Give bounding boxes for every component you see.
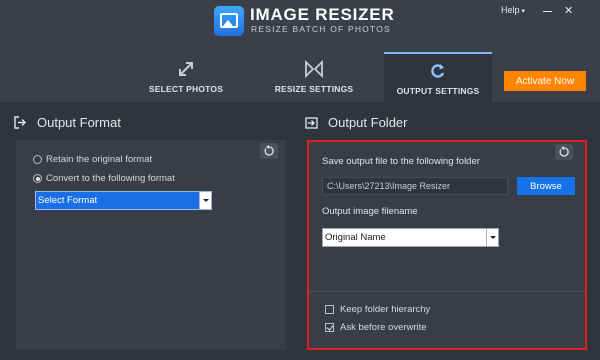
ask-overwrite-option[interactable]: Ask before overwrite: [325, 322, 427, 333]
convert-format-option[interactable]: Convert to the following format: [33, 173, 175, 184]
folder-icon: [305, 116, 318, 134]
export-icon: [14, 116, 27, 134]
image-resizer-logo-icon: [214, 6, 244, 36]
help-menu[interactable]: Help ▾: [501, 5, 525, 15]
close-button[interactable]: ✕: [564, 4, 573, 17]
keep-hierarchy-label: Keep folder hierarchy: [340, 304, 431, 315]
output-format-panel: Retain the original format Convert to th…: [16, 140, 286, 350]
output-folder-panel: Save output file to the following folder…: [307, 140, 587, 350]
browse-button[interactable]: Browse: [517, 177, 575, 195]
convert-format-label: Convert to the following format: [46, 173, 175, 184]
resize-arrows-icon: [304, 59, 324, 83]
radio-button[interactable]: [33, 174, 42, 183]
filename-label: Output image filename: [322, 206, 418, 217]
checkbox[interactable]: [325, 323, 334, 332]
activate-now-button[interactable]: Activate Now: [504, 71, 586, 91]
save-folder-label: Save output file to the following folder: [322, 156, 480, 167]
ask-overwrite-label: Ask before overwrite: [340, 322, 427, 333]
app-subtitle: RESIZE BATCH OF PHOTOS: [251, 24, 391, 34]
refresh-icon: [429, 62, 447, 85]
chevron-down-icon[interactable]: [486, 229, 498, 246]
tab-label: OUTPUT SETTINGS: [396, 86, 480, 96]
retain-format-label: Retain the original format: [46, 154, 153, 165]
retain-format-option[interactable]: Retain the original format: [33, 154, 152, 165]
output-path-input[interactable]: [322, 177, 508, 195]
app-header: IMAGE RESIZER RESIZE BATCH OF PHOTOS Hel…: [0, 0, 600, 102]
reset-format-button[interactable]: [260, 143, 278, 159]
output-format-title: Output Format: [37, 115, 121, 130]
chevron-down-icon[interactable]: [199, 192, 211, 209]
tab-output-settings[interactable]: OUTPUT SETTINGS: [384, 52, 492, 102]
format-select[interactable]: Select Format: [35, 191, 212, 210]
radio-button[interactable]: [33, 155, 42, 164]
chevron-down-icon: ▾: [521, 8, 526, 15]
tab-label: RESIZE SETTINGS: [274, 84, 354, 94]
checkbox[interactable]: [325, 305, 334, 314]
tab-label: SELECT PHOTOS: [148, 84, 224, 94]
keep-hierarchy-option[interactable]: Keep folder hierarchy: [325, 304, 430, 315]
minimize-button[interactable]: [543, 11, 552, 12]
filename-select[interactable]: Original Name: [322, 228, 499, 247]
reset-folder-button[interactable]: [555, 144, 573, 160]
output-folder-title: Output Folder: [328, 115, 408, 130]
app-title: IMAGE RESIZER: [250, 5, 395, 24]
reset-icon: [264, 145, 274, 156]
help-label: Help: [501, 5, 520, 15]
tab-select-photos[interactable]: SELECT PHOTOS: [130, 52, 242, 102]
reset-icon: [559, 146, 569, 157]
expand-arrows-icon: [177, 60, 195, 83]
format-select-value: Select Format: [38, 195, 98, 206]
filename-select-value: Original Name: [325, 232, 386, 243]
tab-resize-settings[interactable]: RESIZE SETTINGS: [252, 52, 376, 102]
divider: [309, 291, 585, 292]
